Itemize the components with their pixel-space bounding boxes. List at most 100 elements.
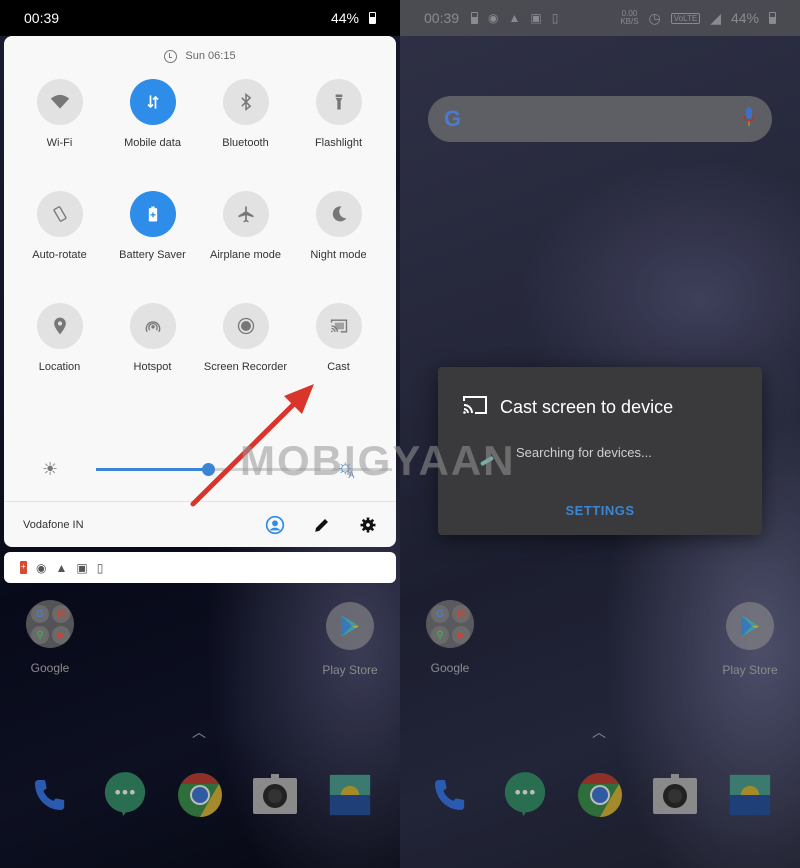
tile-label: Battery Saver <box>119 249 186 261</box>
tile-label: Auto-rotate <box>32 249 87 261</box>
settings-button[interactable]: SETTINGS <box>438 503 762 518</box>
brightness-slider-fill <box>96 468 209 471</box>
moon-icon <box>315 191 362 237</box>
screen-recorder-icon <box>222 303 269 349</box>
battery-saver-icon <box>129 191 176 237</box>
auto-rotate-icon <box>36 191 83 237</box>
brightness-low-icon: ☀ <box>42 458 59 479</box>
youtube-app-icon: ▶ <box>452 626 470 644</box>
loading-spinner <box>479 455 495 467</box>
phone-download-icon: ▯ <box>96 560 104 575</box>
tile-mobile-data[interactable]: Mobile data <box>106 79 199 191</box>
battery-icon <box>769 12 776 24</box>
maps-app-icon: ⚲ <box>431 626 449 644</box>
tile-wifi[interactable]: Wi-Fi <box>13 79 106 191</box>
tile-label: Screen Recorder <box>203 361 288 373</box>
google-folder-icon: G M ⚲ ▶ <box>26 600 74 648</box>
dock-chrome[interactable] <box>575 770 625 820</box>
app-play-store[interactable]: Play Store <box>315 602 385 677</box>
youtube-app-icon: ▶ <box>52 626 70 644</box>
volte-badge: VoLTE <box>670 12 701 24</box>
warning-icon: ▲ <box>55 560 68 575</box>
tile-location[interactable]: Location <box>13 303 106 415</box>
warning-icon: ▲ <box>508 11 521 25</box>
settings-icon[interactable] <box>359 516 377 534</box>
left-phone-screen: 00:39 44% Sun 06:15 Wi-Fi Mobile data Bl… <box>0 0 400 868</box>
search-status: Searching for devices... <box>516 445 652 460</box>
tile-label: Airplane mode <box>210 249 281 261</box>
tile-label: Location <box>38 361 81 373</box>
dock-gallery[interactable] <box>725 770 775 820</box>
mic-icon[interactable] <box>742 106 756 133</box>
airplane-icon <box>222 191 269 237</box>
hotspot-icon <box>129 303 176 349</box>
alarm-row[interactable]: Sun 06:15 <box>4 36 396 76</box>
quick-settings-footer: Vodafone IN <box>4 502 396 547</box>
tile-label: Bluetooth <box>222 137 269 149</box>
app-label: Google <box>430 661 470 675</box>
edit-icon[interactable] <box>313 516 331 534</box>
gmail-app-icon: M <box>52 605 70 623</box>
tile-battery-saver[interactable]: Battery Saver <box>106 191 199 303</box>
chrome-icon <box>578 773 622 817</box>
alarm-icon <box>164 49 178 63</box>
alarm-icon: ◷ <box>648 9 661 26</box>
status-bar: 00:39 44% <box>0 0 400 36</box>
google-search-bar[interactable]: G <box>428 96 772 142</box>
battery-saver-icon <box>20 561 27 574</box>
play-store-icon <box>726 602 774 650</box>
tile-airplane-mode[interactable]: Airplane mode <box>199 191 292 303</box>
dock-messages[interactable] <box>500 770 550 820</box>
chrome-icon <box>178 773 222 817</box>
quick-settings-panel: Sun 06:15 Wi-Fi Mobile data Bluetooth Fl… <box>4 36 396 547</box>
dock-chrome[interactable] <box>175 770 225 820</box>
tile-night-mode[interactable]: Night mode <box>292 191 385 303</box>
brightness-row: ☀ ☼A <box>4 450 396 488</box>
wifi-icon <box>36 79 83 125</box>
chevron-up-icon[interactable]: ︿ <box>592 722 606 742</box>
messages-icon <box>504 772 546 817</box>
gallery-icon <box>329 774 371 816</box>
location-icon <box>36 303 83 349</box>
phone-icon <box>435 780 465 810</box>
maps-app-icon: ⚲ <box>31 626 49 644</box>
camera-icon <box>253 774 297 814</box>
camera-icon <box>653 774 697 814</box>
app-play-store[interactable]: Play Store <box>715 602 785 677</box>
battery-saver-icon <box>471 12 479 24</box>
tile-flashlight[interactable]: Flashlight <box>292 79 385 191</box>
tile-bluetooth[interactable]: Bluetooth <box>199 79 292 191</box>
brightness-slider-thumb[interactable] <box>202 463 216 476</box>
tile-label: Cast <box>327 361 350 373</box>
dock-messages[interactable] <box>100 770 150 820</box>
tile-auto-rotate[interactable]: Auto-rotate <box>13 191 106 303</box>
status-bar: 00:39 ◉ ▲ ▣ ▯ 0.00 KB/S ◷ VoLTE ◢ 44% <box>400 0 800 36</box>
phone-download-icon: ▯ <box>551 11 559 25</box>
chevron-up-icon[interactable]: ︿ <box>192 722 206 742</box>
dock-gallery[interactable] <box>325 770 375 820</box>
dock-phone[interactable] <box>25 770 75 820</box>
tile-cast[interactable]: Cast <box>292 303 385 415</box>
tile-label: Flashlight <box>314 137 363 149</box>
user-icon[interactable] <box>265 515 285 535</box>
tile-hotspot[interactable]: Hotspot <box>106 303 199 415</box>
tile-screen-recorder[interactable]: Screen Recorder <box>199 303 292 415</box>
app-folder-google[interactable]: G M ⚲ ▶ Google <box>15 600 85 675</box>
mobile-data-icon <box>129 79 176 125</box>
app-label: Google <box>30 661 70 675</box>
battery-percent: 44% <box>330 10 359 26</box>
notification-icons-strip[interactable]: ◉ ▲ ▣ ▯ <box>4 552 396 583</box>
dock-camera[interactable] <box>650 770 700 820</box>
status-time: 00:39 <box>24 10 60 26</box>
tile-label: Wi-Fi <box>46 137 73 149</box>
dock-camera[interactable] <box>250 770 300 820</box>
speed-unit: KB/S <box>620 17 639 26</box>
dialog-title: Cast screen to device <box>500 397 674 417</box>
google-logo-icon: G <box>444 106 462 131</box>
signal-icon: ◢ <box>710 9 721 26</box>
app-label: Play Store <box>722 663 778 677</box>
app-folder-google[interactable]: G M ⚲ ▶ Google <box>415 600 485 675</box>
dock-phone[interactable] <box>425 770 475 820</box>
auto-brightness-icon[interactable]: ☼A <box>336 456 354 480</box>
image-icon: ▣ <box>76 560 88 575</box>
